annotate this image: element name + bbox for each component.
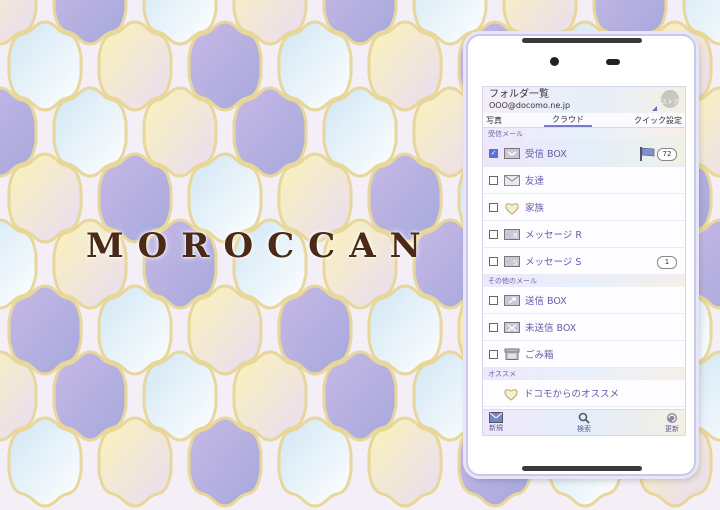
- folder-label: メッセージ S: [525, 257, 582, 268]
- moroccan-tile: [142, 350, 218, 442]
- brand-title: MOROCCAN: [86, 226, 435, 266]
- folder-label: 未送信 BOX: [525, 323, 577, 334]
- moroccan-tile: [187, 20, 263, 112]
- unread-count-badge: 72: [657, 148, 677, 161]
- moroccan-tile: [52, 350, 128, 442]
- moroccan-tile: [322, 350, 398, 442]
- draft-icon: [504, 321, 520, 333]
- tab-cloud[interactable]: クラウド: [544, 114, 592, 127]
- account-dropdown-icon[interactable]: [652, 106, 657, 111]
- moroccan-tile: [7, 20, 83, 112]
- folder-row-friends[interactable]: 友達: [483, 167, 685, 194]
- folder-row-sent[interactable]: 送信 BOX: [483, 287, 685, 314]
- flag-icon[interactable]: [639, 146, 655, 162]
- folder-checkbox[interactable]: [489, 322, 498, 332]
- refresh-icon: [667, 412, 677, 423]
- tab-quick-settings[interactable]: クイック設定: [634, 115, 682, 126]
- phone-top-edge: [522, 38, 642, 43]
- folder-checkbox[interactable]: [489, 349, 498, 359]
- moroccan-tile: [97, 20, 173, 112]
- folder-label: メッセージ R: [525, 230, 582, 241]
- folder-row-message-r[interactable]: R メッセージ R: [483, 221, 685, 248]
- moroccan-tile: [367, 416, 443, 508]
- outbox-icon: [504, 294, 520, 306]
- store-label: ストア: [661, 99, 680, 106]
- svg-text:S: S: [513, 259, 518, 267]
- folder-label: ごみ箱: [525, 350, 554, 361]
- folder-row-inbox[interactable]: ✓ 受信 BOX 72: [483, 140, 685, 167]
- moroccan-tile: [52, 86, 128, 178]
- store-button[interactable]: ストア: [661, 90, 679, 108]
- account-address: OOO@docomo.ne.jp: [489, 101, 571, 110]
- earpiece: [606, 59, 620, 65]
- folder-checkbox[interactable]: [489, 175, 498, 185]
- moroccan-tile: [97, 416, 173, 508]
- folder-row-family[interactable]: 家族: [483, 194, 685, 221]
- search-button[interactable]: 検索: [577, 410, 591, 435]
- search-icon: [578, 412, 590, 424]
- moroccan-tile: [7, 284, 83, 376]
- front-camera: [550, 57, 559, 66]
- moroccan-tile: [367, 20, 443, 112]
- folder-list-header: フォルダ一覧 OOO@docomo.ne.jp ストア: [483, 87, 685, 113]
- folder-label: 送信 BOX: [525, 296, 567, 307]
- folder-checkbox[interactable]: [489, 202, 498, 212]
- section-inbox: 受信メール: [483, 128, 685, 140]
- svg-text:R: R: [513, 232, 518, 240]
- phone-bottom-edge: [522, 466, 642, 471]
- moroccan-tile: [367, 284, 443, 376]
- envelope-icon: [504, 174, 520, 186]
- moroccan-tile: [322, 86, 398, 178]
- moroccan-tile: [187, 284, 263, 376]
- folder-checkbox[interactable]: ✓: [489, 148, 498, 158]
- new-mail-button[interactable]: 新規: [489, 410, 503, 435]
- section-other-mail: その他のメール: [483, 275, 685, 287]
- moroccan-tile: [187, 416, 263, 508]
- compose-envelope-icon: [489, 412, 503, 423]
- page-title: フォルダ一覧: [489, 89, 549, 100]
- unread-count-badge: 1: [657, 256, 677, 269]
- section-recommended: オススメ: [483, 368, 685, 380]
- moroccan-tile: [7, 152, 83, 244]
- trash-bin-icon: [504, 348, 520, 360]
- moroccan-tile: [277, 416, 353, 508]
- moroccan-tile: [232, 86, 308, 178]
- search-label: 検索: [577, 424, 591, 433]
- folder-checkbox[interactable]: [489, 295, 498, 305]
- docomo-recommendation-row[interactable]: ドコモからのオススメ: [483, 380, 685, 407]
- moroccan-tile: [7, 416, 83, 508]
- message-r-icon: R: [504, 228, 520, 240]
- tab-photo[interactable]: 写真: [486, 115, 502, 126]
- recommendation-label: ドコモからのオススメ: [524, 389, 620, 400]
- tab-bar: 写真 クラウド クイック設定: [483, 113, 685, 128]
- folder-checkbox[interactable]: [489, 256, 498, 266]
- refresh-label: 更新: [665, 424, 679, 433]
- message-s-icon: S: [504, 255, 520, 267]
- folder-label: 友達: [525, 176, 545, 187]
- moroccan-tile: [232, 350, 308, 442]
- folder-row-unsent[interactable]: 未送信 BOX: [483, 314, 685, 341]
- inbox-tray-icon: [504, 147, 520, 159]
- moroccan-tile: [97, 284, 173, 376]
- mail-screen: フォルダ一覧 OOO@docomo.ne.jp ストア 写真 クラウド クイック…: [482, 86, 686, 436]
- moroccan-tile: [142, 86, 218, 178]
- moroccan-tile: [277, 284, 353, 376]
- folder-label: 家族: [525, 203, 545, 214]
- bottom-toolbar: 新規 検索 更新: [483, 409, 685, 435]
- heart-icon: [503, 387, 519, 401]
- new-mail-label: 新規: [489, 424, 503, 432]
- phone-frame: フォルダ一覧 OOO@docomo.ne.jp ストア 写真 クラウド クイック…: [466, 34, 696, 476]
- folder-checkbox[interactable]: [489, 229, 498, 239]
- folder-row-message-s[interactable]: S メッセージ S 1: [483, 248, 685, 275]
- folder-row-trash[interactable]: ごみ箱: [483, 341, 685, 368]
- refresh-button[interactable]: 更新: [665, 410, 679, 435]
- heart-icon: [504, 201, 520, 215]
- moroccan-tile: [277, 20, 353, 112]
- folder-label: 受信 BOX: [525, 149, 567, 160]
